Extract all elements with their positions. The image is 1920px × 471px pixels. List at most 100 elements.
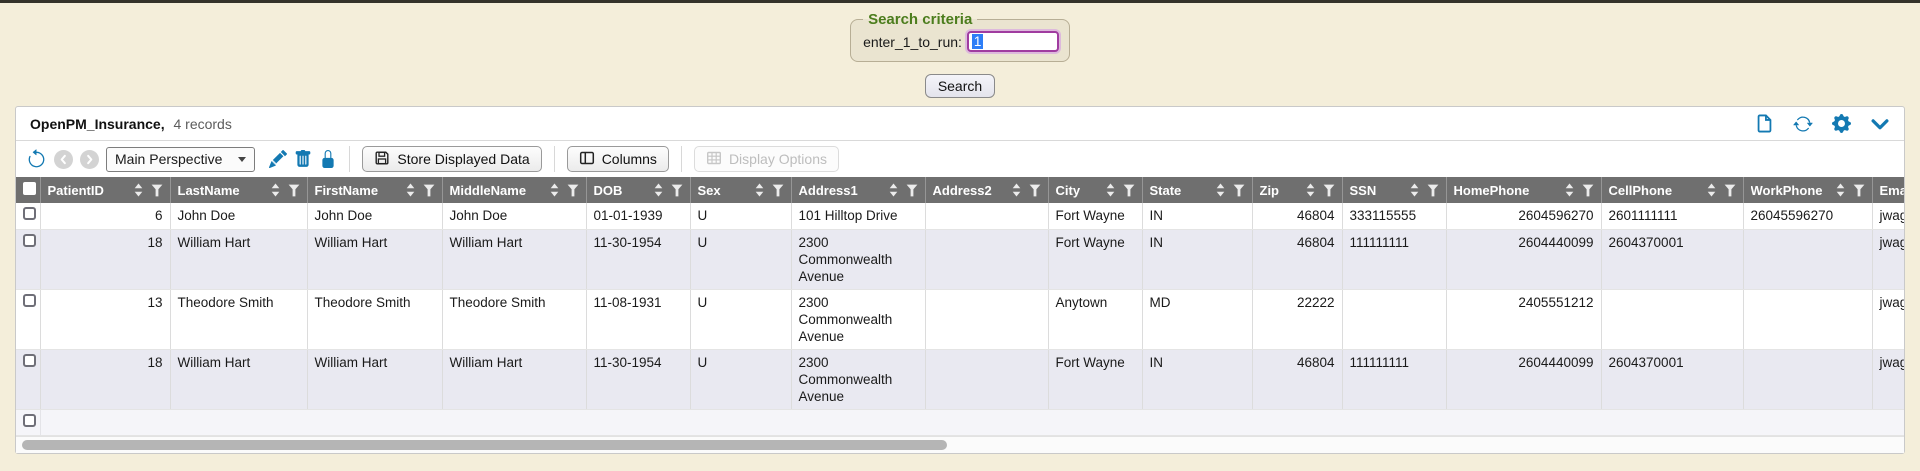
column-header-lastname[interactable]: LastName: [170, 177, 307, 203]
filter-icon[interactable]: [1582, 184, 1594, 197]
filter-icon[interactable]: [1427, 184, 1439, 197]
refresh-icon[interactable]: [1793, 114, 1813, 134]
sort-icon[interactable]: [1304, 183, 1317, 197]
table-row: 18William HartWilliam HartWilliam Hart11…: [16, 349, 1904, 409]
filter-icon[interactable]: [423, 184, 435, 197]
sort-icon[interactable]: [753, 183, 766, 197]
column-label: Address1: [799, 183, 881, 198]
undo-icon[interactable]: [26, 149, 47, 170]
column-header-email[interactable]: Email: [1872, 177, 1904, 203]
filter-icon[interactable]: [671, 184, 683, 197]
column-header-homephone[interactable]: HomePhone: [1446, 177, 1601, 203]
column-header-state[interactable]: State: [1142, 177, 1252, 203]
column-header-dob[interactable]: DOB: [586, 177, 690, 203]
cell-sex: U: [690, 229, 791, 289]
filter-icon[interactable]: [151, 184, 163, 197]
cell-dob: 01-01-1939: [586, 203, 690, 229]
sort-icon[interactable]: [652, 183, 665, 197]
column-label: Address2: [933, 183, 1004, 198]
row-checkbox[interactable]: [23, 234, 36, 247]
sort-icon[interactable]: [269, 183, 282, 197]
empty-entry-row: [16, 409, 1904, 435]
settings-gear-icon[interactable]: [1832, 114, 1851, 133]
column-header-sex[interactable]: Sex: [690, 177, 791, 203]
horizontal-scrollbar[interactable]: [16, 436, 1904, 453]
filter-icon[interactable]: [772, 184, 784, 197]
delete-trash-icon[interactable]: [294, 150, 312, 168]
cell-lastname: William Hart: [170, 229, 307, 289]
column-header-zip[interactable]: Zip: [1252, 177, 1342, 203]
toolbar-separator: [554, 146, 555, 172]
cell-lastname: Theodore Smith: [170, 289, 307, 349]
filter-icon[interactable]: [1853, 184, 1865, 197]
columns-layout-icon: [579, 150, 595, 169]
cell-firstname: John Doe: [307, 203, 442, 229]
cell-cellphone: [1601, 289, 1743, 349]
sort-icon[interactable]: [1563, 183, 1576, 197]
sort-icon[interactable]: [132, 183, 145, 197]
row-checkbox[interactable]: [23, 414, 36, 427]
cell-workphone: [1743, 229, 1872, 289]
column-label: LastName: [178, 183, 263, 198]
lock-icon[interactable]: [319, 150, 337, 168]
nav-back-icon[interactable]: [54, 150, 73, 169]
filter-icon[interactable]: [1029, 184, 1041, 197]
sort-icon[interactable]: [1010, 183, 1023, 197]
enter-1-to-run-input[interactable]: 1: [967, 31, 1059, 52]
filter-icon[interactable]: [906, 184, 918, 197]
column-header-firstname[interactable]: FirstName: [307, 177, 442, 203]
scrollbar-thumb[interactable]: [22, 440, 947, 450]
cell-address2: [925, 289, 1048, 349]
cell-email: jwagc: [1872, 289, 1904, 349]
filter-icon[interactable]: [1724, 184, 1736, 197]
new-document-icon[interactable]: [1755, 114, 1774, 133]
store-displayed-data-button[interactable]: Store Displayed Data: [362, 146, 541, 172]
filter-icon[interactable]: [288, 184, 300, 197]
column-header-patientid[interactable]: PatientID: [40, 177, 170, 203]
column-header-city[interactable]: City: [1048, 177, 1142, 203]
nav-forward-icon[interactable]: [80, 150, 99, 169]
edit-pencil-icon[interactable]: [269, 150, 287, 168]
perspective-select[interactable]: Main Perspective: [106, 147, 255, 172]
display-options-button[interactable]: Display Options: [694, 146, 839, 172]
sort-icon[interactable]: [1834, 183, 1847, 197]
sort-icon[interactable]: [1104, 183, 1117, 197]
sort-icon[interactable]: [404, 183, 417, 197]
search-criteria-legend: Search criteria: [863, 11, 977, 28]
columns-button[interactable]: Columns: [567, 146, 669, 172]
filter-icon[interactable]: [1233, 184, 1245, 197]
column-header-workphone[interactable]: WorkPhone: [1743, 177, 1872, 203]
column-header-address1[interactable]: Address1: [791, 177, 925, 203]
cell-email: jwagc: [1872, 203, 1904, 229]
row-checkbox[interactable]: [23, 207, 36, 220]
cell-email: jwagc: [1872, 229, 1904, 289]
cell-email: jwagc: [1872, 349, 1904, 409]
select-all-checkbox[interactable]: [23, 182, 36, 195]
row-checkbox[interactable]: [23, 354, 36, 367]
search-button[interactable]: Search: [925, 74, 995, 98]
column-header-ssn[interactable]: SSN: [1342, 177, 1446, 203]
cell-zip: 46804: [1252, 349, 1342, 409]
sort-icon[interactable]: [887, 183, 900, 197]
cell-sex: U: [690, 289, 791, 349]
column-header-address2[interactable]: Address2: [925, 177, 1048, 203]
column-header-cellphone[interactable]: CellPhone: [1601, 177, 1743, 203]
record-count: 4 records: [173, 116, 231, 132]
collapse-chevron-down-icon[interactable]: [1870, 114, 1890, 134]
sort-icon[interactable]: [1408, 183, 1421, 197]
cell-city: Fort Wayne: [1048, 203, 1142, 229]
row-checkbox[interactable]: [23, 294, 36, 307]
filter-icon[interactable]: [1123, 184, 1135, 197]
page: { "search": { "legend": "Search criteria…: [0, 0, 1920, 471]
cell-workphone: [1743, 289, 1872, 349]
cell-zip: 46804: [1252, 229, 1342, 289]
column-label: HomePhone: [1454, 183, 1557, 198]
sort-icon[interactable]: [1705, 183, 1718, 197]
sort-icon[interactable]: [548, 183, 561, 197]
sort-icon[interactable]: [1214, 183, 1227, 197]
filter-icon[interactable]: [1323, 184, 1335, 197]
cell-patientid: 6: [40, 203, 170, 229]
filter-icon[interactable]: [567, 184, 579, 197]
column-header-middlename[interactable]: MiddleName: [442, 177, 586, 203]
cell-cellphone: 2601111111: [1601, 203, 1743, 229]
